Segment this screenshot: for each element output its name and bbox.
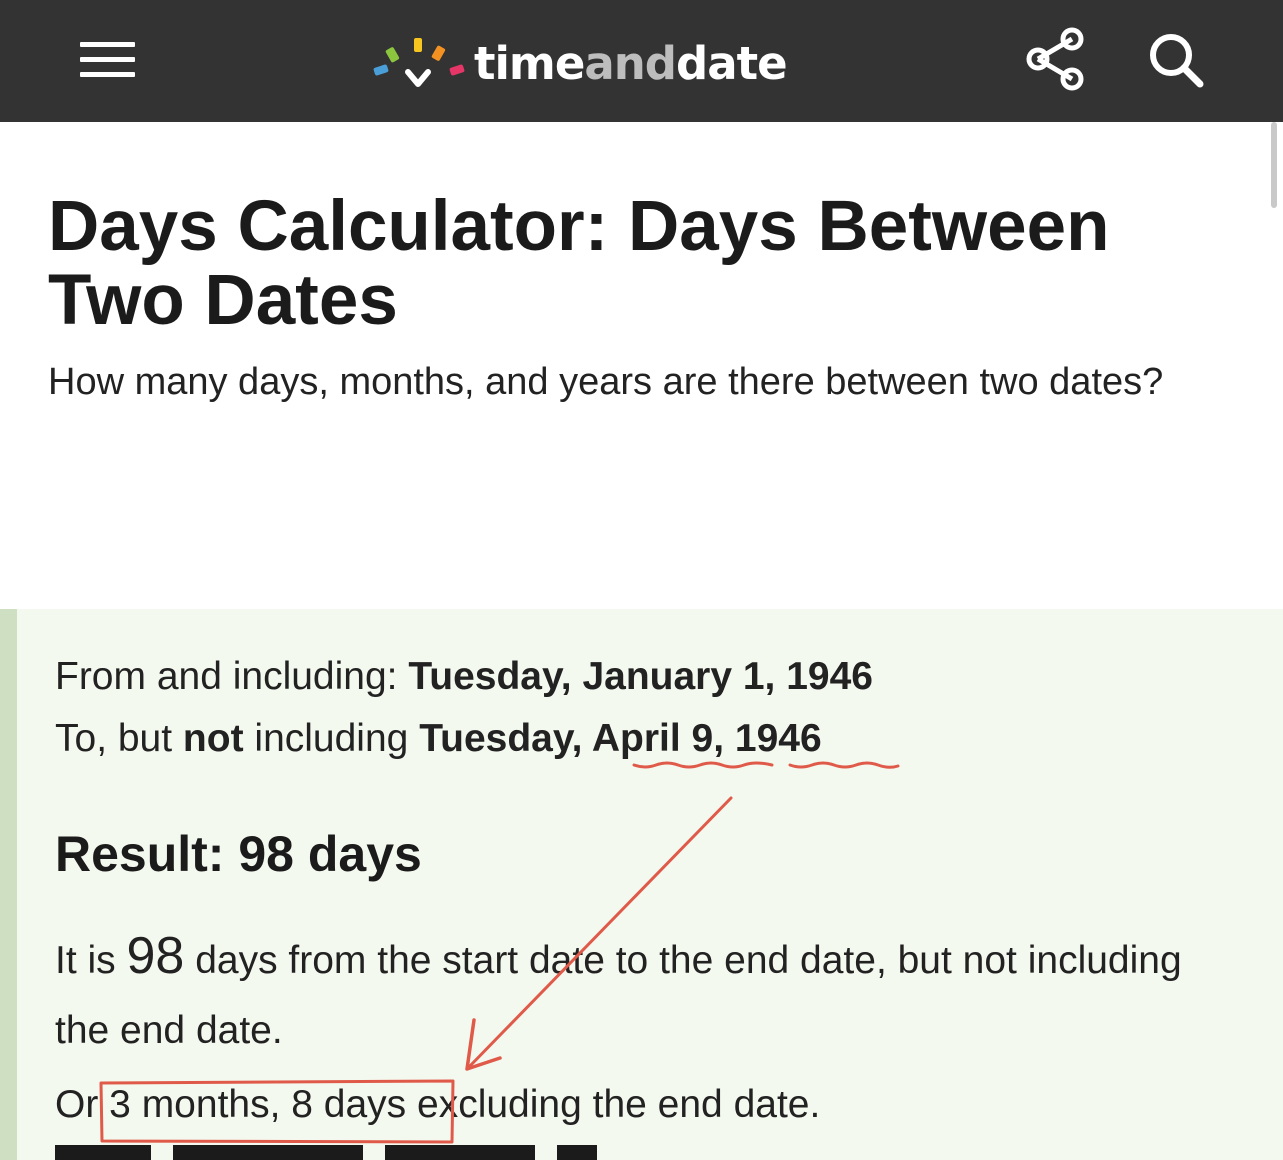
timeanddate-logo[interactable]: timeanddate: [372, 32, 788, 96]
to-label-part-1: To, but: [55, 717, 183, 760]
alternative-value: 3 months, 8 days: [109, 1083, 407, 1126]
result-heading: Result: 98 days: [55, 826, 422, 882]
to-date-line: To, but not including Tuesday, April 9, …: [55, 717, 822, 761]
share-icon: [1026, 27, 1084, 91]
next-section-heading-partial: [55, 1145, 619, 1160]
search-button[interactable]: [1142, 28, 1208, 90]
search-icon: [1150, 34, 1204, 88]
to-label-part-2: including: [243, 717, 420, 760]
from-label: From and including:: [55, 655, 409, 698]
hamburger-menu-icon[interactable]: [80, 40, 136, 80]
result-explanation: It is 98 days from the start date to the…: [55, 921, 1195, 1066]
page-scrollbar[interactable]: [1271, 122, 1277, 208]
logo-mark-icon: [373, 38, 465, 87]
to-month-day: April 9,: [591, 717, 725, 760]
explanation-start: It is: [55, 939, 127, 982]
share-button[interactable]: [1024, 26, 1088, 92]
result-panel-accent-bar: [0, 609, 17, 1160]
logo-text: timeanddate: [474, 37, 788, 90]
alternative-suffix: excluding the end date.: [406, 1083, 821, 1126]
top-navigation-bar: timeanddate: [0, 0, 1283, 122]
page-subtitle: How many days, months, and years are the…: [48, 361, 1164, 403]
explanation-end: days from the start date to the end date…: [55, 939, 1182, 1052]
from-date-line: From and including: Tuesday, January 1, …: [55, 655, 873, 699]
result-panel: From and including: Tuesday, January 1, …: [0, 609, 1283, 1160]
to-not-emphasis: not: [182, 717, 244, 760]
days-count: 98: [126, 927, 185, 985]
page-title: Days Calculator: Days Between Two Dates: [48, 187, 1110, 340]
alternative-prefix: Or: [55, 1083, 110, 1126]
to-year: 1946: [734, 717, 822, 760]
to-weekday: Tuesday,: [419, 717, 592, 760]
alternative-result-line: Or 3 months, 8 days excluding the end da…: [55, 1083, 820, 1127]
from-date: Tuesday, January 1, 1946: [408, 655, 873, 698]
